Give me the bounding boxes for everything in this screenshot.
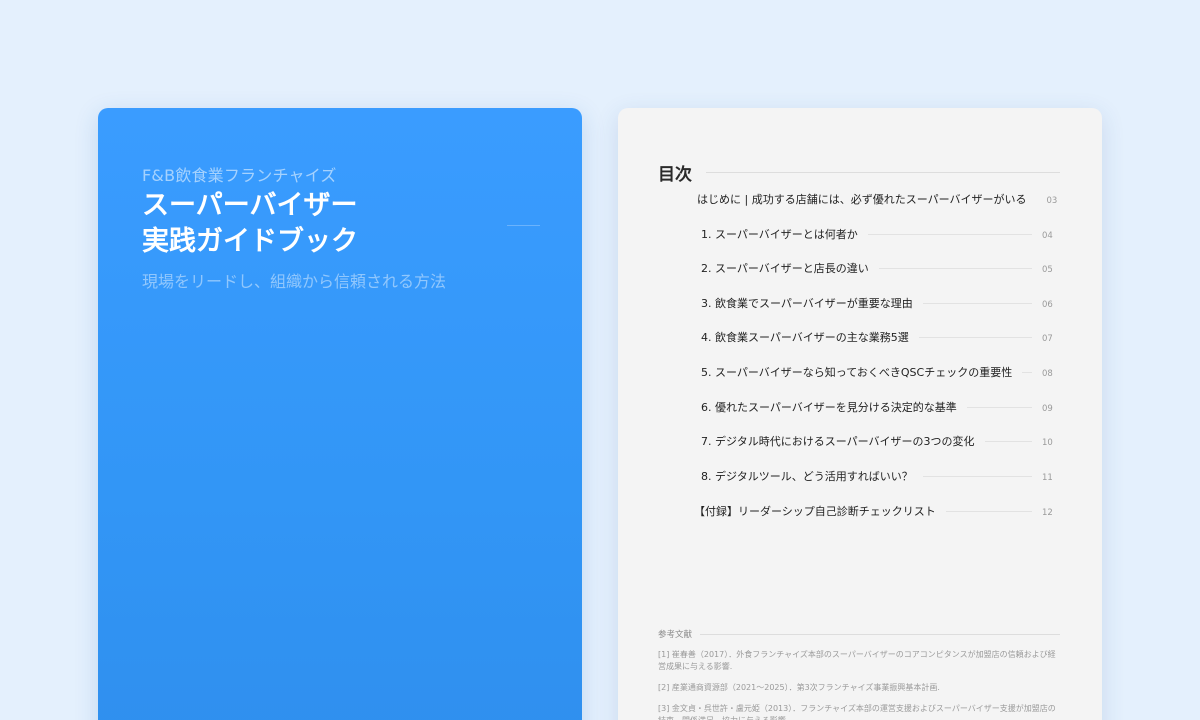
- toc-item-page: 10: [1042, 438, 1053, 448]
- toc-item-label: 【付録】リーダーシップ自己診断チェックリスト: [694, 505, 936, 518]
- toc-item-8[interactable]: 8. デジタルツール、どう活用すればいい？ 11: [618, 466, 1102, 486]
- toc-leader-line: [1022, 371, 1032, 373]
- toc-leader-line: [918, 336, 1032, 338]
- reference-item: [2] 産業通商資源部（2021～2025）．第3次フランチャイズ事業振興基本計…: [658, 683, 940, 692]
- toc-item-label: 2. スーパーバイザーと店長の違い: [701, 262, 869, 275]
- toc-page: 目次 はじめに | 成功する店舗には、必ず優れたスーパーバイザーがいる 03 1…: [618, 108, 1102, 720]
- toc-leader-line: [867, 233, 1032, 235]
- toc-item-label: 8. デジタルツール、どう活用すればいい？: [701, 470, 913, 483]
- references-heading-row: 参考文献: [658, 628, 1060, 640]
- toc-item-5[interactable]: 5. スーパーバイザーなら知っておくべきQSCチェックの重要性 08: [618, 362, 1102, 382]
- cover-kicker: F&B飲食業フランチャイズ: [142, 166, 337, 185]
- reference-item: [3] 金文貞・呉世許・盧元姫（2013）．フランチャイズ本部の運営支援およびス…: [658, 704, 1056, 720]
- toc-leader-line: [922, 475, 1032, 477]
- toc-leader-line: [984, 440, 1032, 442]
- toc-item-page: 04: [1042, 231, 1053, 241]
- cover-title: スーパーバイザー 実践ガイドブック: [142, 188, 358, 260]
- cover-divider: [507, 225, 540, 226]
- toc-item-page: 11: [1042, 473, 1053, 483]
- cover-title-line-2: 実践ガイドブック: [142, 226, 358, 257]
- toc-item-2[interactable]: 2. スーパーバイザーと店長の違い 05: [618, 258, 1102, 278]
- toc-item-label: 6. 優れたスーパーバイザーを見分ける決定的な基準: [701, 401, 957, 414]
- toc-item-label: 7. デジタル時代におけるスーパーバイザーの3つの変化: [701, 435, 975, 448]
- cover-page: F&B飲食業フランチャイズ スーパーバイザー 実践ガイドブック 現場をリードし、…: [98, 108, 582, 720]
- cover-title-line-1: スーパーバイザー: [142, 190, 358, 221]
- toc-item-page: 03: [1046, 196, 1058, 206]
- toc-item-label: 5. スーパーバイザーなら知っておくべきQSCチェックの重要性: [701, 366, 1013, 379]
- toc-item-page: 06: [1042, 300, 1053, 310]
- toc-item-label: はじめに | 成功する店舗には、必ず優れたスーパーバイザーがいる: [697, 193, 1027, 206]
- toc-item-label: 1. スーパーバイザーとは何者か: [701, 228, 858, 241]
- toc-item-page: 07: [1042, 334, 1053, 344]
- toc-item-appendix[interactable]: 【付録】リーダーシップ自己診断チェックリスト 12: [618, 501, 1102, 521]
- references-divider: [700, 633, 1060, 635]
- toc-item-intro[interactable]: はじめに | 成功する店舗には、必ず優れたスーパーバイザーがいる 03: [618, 189, 1102, 209]
- toc-item-page: 05: [1042, 265, 1053, 275]
- toc-heading: 目次: [658, 164, 692, 185]
- toc-item-page: 12: [1042, 508, 1053, 518]
- toc-item-4[interactable]: 4. 飲食業スーパーバイザーの主な業務5選 07: [618, 327, 1102, 347]
- references-heading: 参考文献: [658, 630, 693, 640]
- toc-heading-row: 目次: [658, 160, 1060, 185]
- cover-subtitle: 現場をリードし、組織から信頼される方法: [142, 272, 447, 291]
- toc-leader-line: [878, 267, 1032, 269]
- toc-item-label: 3. 飲食業でスーパーバイザーが重要な理由: [701, 297, 913, 310]
- toc-heading-divider: [706, 171, 1060, 173]
- toc-item-3[interactable]: 3. 飲食業でスーパーバイザーが重要な理由 06: [618, 293, 1102, 313]
- toc-item-page: 08: [1042, 369, 1053, 379]
- toc-leader-line: [945, 510, 1032, 512]
- toc-leader-line: [966, 406, 1032, 408]
- viewer-background: F&B飲食業フランチャイズ スーパーバイザー 実践ガイドブック 現場をリードし、…: [0, 0, 1200, 720]
- toc-item-page: 09: [1042, 404, 1053, 414]
- toc-item-7[interactable]: 7. デジタル時代におけるスーパーバイザーの3つの変化 10: [618, 431, 1102, 451]
- toc-leader-line: [922, 302, 1032, 304]
- references-section: 参考文献 [1] 崔春善（2017）．外食フランチャイズ本部のスーパーバイザーの…: [658, 628, 1060, 720]
- toc-item-6[interactable]: 6. 優れたスーパーバイザーを見分ける決定的な基準 09: [618, 397, 1102, 417]
- toc-item-1[interactable]: 1. スーパーバイザーとは何者か 04: [618, 224, 1102, 244]
- reference-item: [1] 崔春善（2017）．外食フランチャイズ本部のスーパーバイザーのコアコンピ…: [658, 650, 1056, 671]
- toc-item-label: 4. 飲食業スーパーバイザーの主な業務5選: [701, 331, 909, 344]
